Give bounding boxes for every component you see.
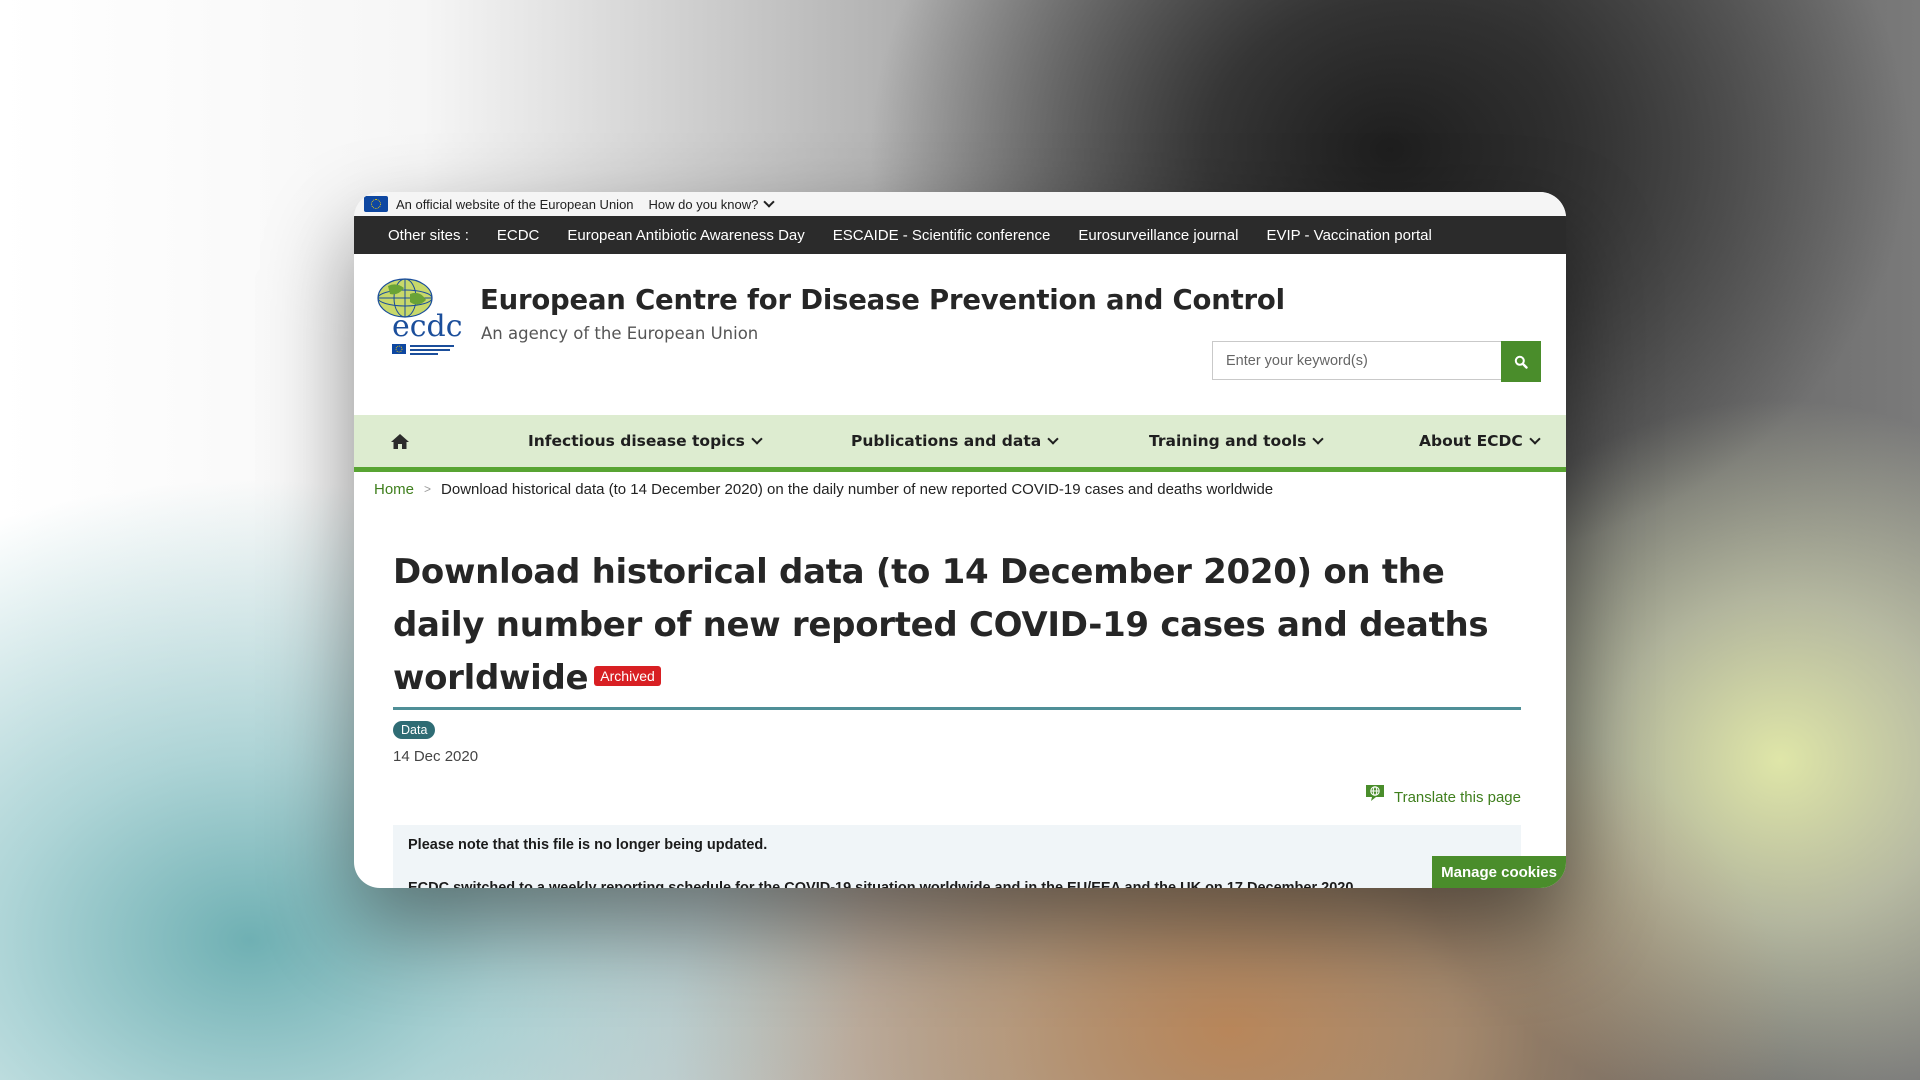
main-content: Download historical data (to 14 December…: [354, 546, 1566, 888]
how-do-you-know-toggle[interactable]: How do you know?: [648, 195, 776, 212]
content-type-tag[interactable]: Data: [393, 721, 436, 739]
home-icon: [391, 433, 409, 449]
breadcrumb-current: Download historical data (to 14 December…: [441, 480, 1274, 498]
eu-banner-text: An official website of the European Unio…: [396, 196, 634, 212]
other-sites-label: Other sites :: [388, 226, 469, 244]
manage-cookies-button[interactable]: Manage cookies: [1432, 856, 1566, 888]
translate-page-link[interactable]: Translate this page: [393, 785, 1521, 807]
other-site-link-eaad[interactable]: European Antibiotic Awareness Day: [567, 227, 804, 244]
ecdc-logo[interactable]: ecdc: [374, 274, 470, 360]
other-sites-bar: Other sites : ECDC European Antibiotic A…: [354, 216, 1566, 254]
site-subtitle: An agency of the European Union: [481, 324, 759, 343]
other-site-link-ecdc[interactable]: ECDC: [497, 227, 540, 244]
logo-wordmark: ecdc: [392, 309, 463, 344]
other-site-link-escaide[interactable]: ESCAIDE - Scientific conference: [833, 227, 1051, 244]
search-button[interactable]: [1501, 341, 1541, 382]
other-site-link-eurosurveillance[interactable]: Eurosurveillance journal: [1078, 227, 1238, 244]
search-input[interactable]: [1212, 341, 1501, 380]
notice-line-2: ECDC switched to a weekly reporting sche…: [408, 880, 1358, 888]
notice-box: Please note that this file is no longer …: [393, 825, 1521, 888]
translate-page-label: Translate this page: [1393, 788, 1521, 806]
nav-item-infectious-disease-topics[interactable]: Infectious disease topics: [528, 415, 763, 467]
nav-item-label: Training and tools: [1149, 432, 1307, 450]
breadcrumb-separator-icon: >: [424, 482, 432, 496]
page-title-text: Download historical data (to 14 December…: [393, 552, 1489, 698]
site-header: ecdc European Centre for Disease Prevent…: [354, 254, 1566, 415]
search-bar: [1212, 341, 1541, 382]
translate-globe-icon: [1365, 785, 1384, 801]
page-title: Download historical data (to 14 December…: [393, 546, 1521, 710]
breadcrumb: Home > Download historical data (to 14 D…: [354, 472, 1566, 506]
main-navigation: Infectious disease topics Publications a…: [354, 415, 1566, 472]
search-icon: [1514, 355, 1528, 369]
nav-home-button[interactable]: [390, 415, 410, 467]
browser-window: An official website of the European Unio…: [354, 192, 1566, 888]
notice-line-1: Please note that this file is no longer …: [408, 837, 768, 853]
how-do-you-know-label: How do you know?: [648, 196, 759, 212]
nav-item-publications-and-data[interactable]: Publications and data: [851, 415, 1059, 467]
nav-item-training-and-tools[interactable]: Training and tools: [1149, 415, 1325, 467]
chevron-down-icon: [1047, 433, 1059, 445]
site-title[interactable]: European Centre for Disease Prevention a…: [480, 284, 1285, 316]
publish-date: 14 Dec 2020: [393, 748, 479, 765]
chevron-down-icon: [763, 195, 776, 208]
breadcrumb-home-link[interactable]: Home: [374, 481, 414, 498]
eu-official-banner: An official website of the European Unio…: [354, 192, 1566, 216]
chevron-down-icon: [1529, 433, 1541, 445]
chevron-down-icon: [751, 433, 763, 445]
other-site-link-evip[interactable]: EVIP - Vaccination portal: [1266, 227, 1431, 244]
chevron-down-icon: [1312, 433, 1325, 445]
nav-item-about-ecdc[interactable]: About ECDC: [1419, 415, 1541, 467]
eu-flag-icon: [364, 196, 388, 212]
nav-item-label: About ECDC: [1419, 432, 1523, 450]
nav-item-label: Infectious disease topics: [528, 432, 745, 450]
archived-badge: Archived: [594, 665, 661, 686]
nav-item-label: Publications and data: [851, 432, 1042, 450]
